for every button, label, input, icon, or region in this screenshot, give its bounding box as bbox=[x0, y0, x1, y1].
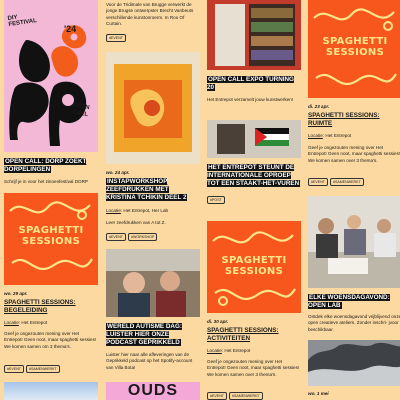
card-title-text[interactable]: HET ENTREPOT STEUNT DE INTERNATIONALE OP… bbox=[207, 164, 301, 188]
card-title[interactable]: SPAGHETTI SESSIONS: ACTIVITEITEN bbox=[207, 327, 301, 343]
location-label: Locatie bbox=[308, 133, 323, 138]
card-title-text[interactable]: INSTAPWORKSHOP ZEEFDRUKKEN MET KRISTINA … bbox=[106, 178, 188, 202]
event-date: wo. 1 mei bbox=[308, 391, 329, 396]
card-title-text[interactable]: OPEN CALL: DORP ZOEKT DORPELINGEN bbox=[4, 158, 87, 174]
location-value: Het Entrepot bbox=[325, 133, 352, 138]
event-date: di. 23 apr. bbox=[308, 104, 330, 109]
tile-text-line-2: SESSIONS bbox=[224, 266, 284, 277]
event-location: Locatie: Het Entrepot bbox=[4, 320, 48, 325]
event-location: Locatie: Het Entrepot bbox=[308, 133, 352, 138]
location-label: Locatie bbox=[106, 208, 121, 213]
tile-text-line-1: SPAGHETTI bbox=[18, 225, 84, 236]
tile-text-line-1: SPAGHETTI bbox=[221, 255, 287, 266]
card-title[interactable]: INSTAPWORKSHOP ZEEFDRUKKEN MET KRISTINA … bbox=[106, 178, 200, 203]
pink-poster[interactable]: OUDS bbox=[106, 382, 200, 400]
tag-list: #EVENT #SAMENWERKT bbox=[207, 392, 263, 400]
location-value: Het Entrepot bbox=[224, 348, 251, 353]
trees-photo[interactable] bbox=[308, 340, 400, 386]
card-title[interactable]: HET ENTREPOT STEUNT DE INTERNATIONALE OP… bbox=[207, 164, 301, 189]
tag-samenwerkt[interactable]: #SAMENWERKT bbox=[25, 365, 60, 373]
card-title[interactable]: OPEN CALL EXPO TURNING 20 bbox=[207, 76, 301, 92]
bookshelf-art bbox=[207, 0, 301, 70]
podcast-photo-art bbox=[106, 249, 200, 317]
tag-workshop[interactable]: #WORKSHOP bbox=[127, 233, 158, 241]
card-text: Het Entrepot verzamelt jouw kunstwerken! bbox=[207, 97, 294, 102]
event-date: di. 30 apr. bbox=[207, 319, 229, 324]
location-value: Het Entrepot, Her Lab bbox=[123, 208, 169, 213]
podcast-photo[interactable] bbox=[106, 249, 200, 317]
location-value: Het Entrepot bbox=[21, 320, 48, 325]
location-label: Locatie bbox=[207, 348, 222, 353]
poster-text: OUDS bbox=[127, 382, 179, 399]
tag-list: #EVENT #SAMENWERKT bbox=[4, 365, 60, 373]
card-title[interactable]: WERELD AUTISME DAG: LUISTER HIER ONZE PO… bbox=[106, 323, 200, 348]
tag-event[interactable]: #EVENT bbox=[106, 34, 126, 42]
card-text: Ontdek elke woensdagavond vrijblijvend o… bbox=[308, 314, 400, 332]
flag-photo-art bbox=[207, 120, 301, 158]
flag-photo[interactable] bbox=[207, 120, 301, 158]
spaghetti-sessions-tile[interactable]: SPAGHETTI SESSIONS bbox=[207, 221, 301, 313]
card-title-text[interactable]: ELKE WOENSDAGAVOND: OPEN LAB bbox=[308, 294, 390, 310]
tag-samenwerkt[interactable]: #SAMENWERKT bbox=[228, 392, 263, 400]
card-title[interactable]: OPEN CALL: DORP ZOEKT DORPELINGEN bbox=[4, 158, 98, 174]
card-text: Geef je ongezouten mening over Het Entre… bbox=[4, 331, 97, 349]
screenprint-photo[interactable] bbox=[106, 52, 200, 164]
tag-event[interactable]: #EVENT bbox=[207, 392, 227, 400]
bookshelf-photo[interactable] bbox=[207, 0, 301, 70]
card-title-text[interactable]: WERELD AUTISME DAG: LUISTER HIER ONZE PO… bbox=[106, 323, 182, 347]
tile-text-line-2: SESSIONS bbox=[21, 236, 81, 247]
tag-event[interactable]: #EVENT bbox=[308, 178, 328, 186]
tag-samenwerkt[interactable]: #SAMENWERKT bbox=[329, 178, 364, 186]
spaghetti-tile-text: SPAGHETTI SESSIONS bbox=[308, 36, 400, 58]
spaghetti-sessions-tile[interactable]: SPAGHETTI SESSIONS bbox=[308, 0, 400, 98]
card-title[interactable]: SPAGHETTI SESSIONS: RUIMTE bbox=[308, 112, 400, 128]
intro-text: Voor de Tridimale van Brugge verwerkt de… bbox=[106, 2, 194, 27]
tag-list: #POST bbox=[207, 196, 225, 204]
card-text: Geef je ongezouten mening over Het Entre… bbox=[308, 145, 400, 163]
trees-photo-art bbox=[308, 340, 400, 386]
card-text: Geef je ongezouten mening over Het Entre… bbox=[207, 359, 300, 377]
screenprint-art bbox=[106, 52, 200, 164]
open-lab-art bbox=[308, 196, 400, 288]
card-title[interactable]: ELKE WOENSDAGAVOND: OPEN LAB bbox=[308, 294, 400, 310]
tag-event[interactable]: #EVENT bbox=[4, 365, 24, 373]
tile-text-line-1: SPAGHETTI bbox=[322, 36, 388, 47]
event-location: Locatie: Het Entrepot, Her Lab bbox=[106, 208, 169, 213]
event-date: wo. 24 apr. bbox=[106, 170, 130, 175]
tile-text-line-2: SESSIONS bbox=[325, 47, 385, 58]
event-location: Locatie: Het Entrepot bbox=[207, 348, 251, 353]
tag-post[interactable]: #POST bbox=[207, 196, 225, 204]
spaghetti-tile-text: SPAGHETTI SESSIONS bbox=[207, 255, 301, 277]
card-title[interactable]: SPAGHETTI SESSIONS: BEGELEIDING bbox=[4, 299, 98, 315]
spaghetti-sessions-tile[interactable]: SPAGHETTI SESSIONS bbox=[4, 193, 98, 285]
tag-list: #EVENT #WORKSHOP bbox=[106, 233, 158, 241]
location-label: Locatie bbox=[4, 320, 19, 325]
poster-year: '24 bbox=[64, 24, 77, 34]
card-text: Leer zeefdrukken van A tot Z. bbox=[106, 220, 166, 225]
poster-open-call: OPEN CALL bbox=[71, 103, 90, 119]
event-date: wo. 29 apr. bbox=[4, 291, 28, 296]
diy-festival-poster[interactable]: DIY FESTIVAL '24 OPEN CALL bbox=[4, 0, 98, 152]
tag-list: #EVENT #SAMENWERKT bbox=[308, 178, 364, 186]
tag-list: #EVENT bbox=[106, 34, 126, 42]
card-title-text[interactable]: OPEN CALL EXPO TURNING 20 bbox=[207, 76, 294, 92]
card-text: Luister hier naar alle afleveringen van … bbox=[106, 352, 193, 370]
card-text: Schrijf je in voor het zinnenfestival DO… bbox=[4, 179, 88, 184]
sky-photo[interactable] bbox=[4, 382, 98, 400]
tag-event[interactable]: #EVENT bbox=[106, 233, 126, 241]
open-lab-photo[interactable] bbox=[308, 196, 400, 288]
spaghetti-tile-text: SPAGHETTI SESSIONS bbox=[4, 225, 98, 247]
